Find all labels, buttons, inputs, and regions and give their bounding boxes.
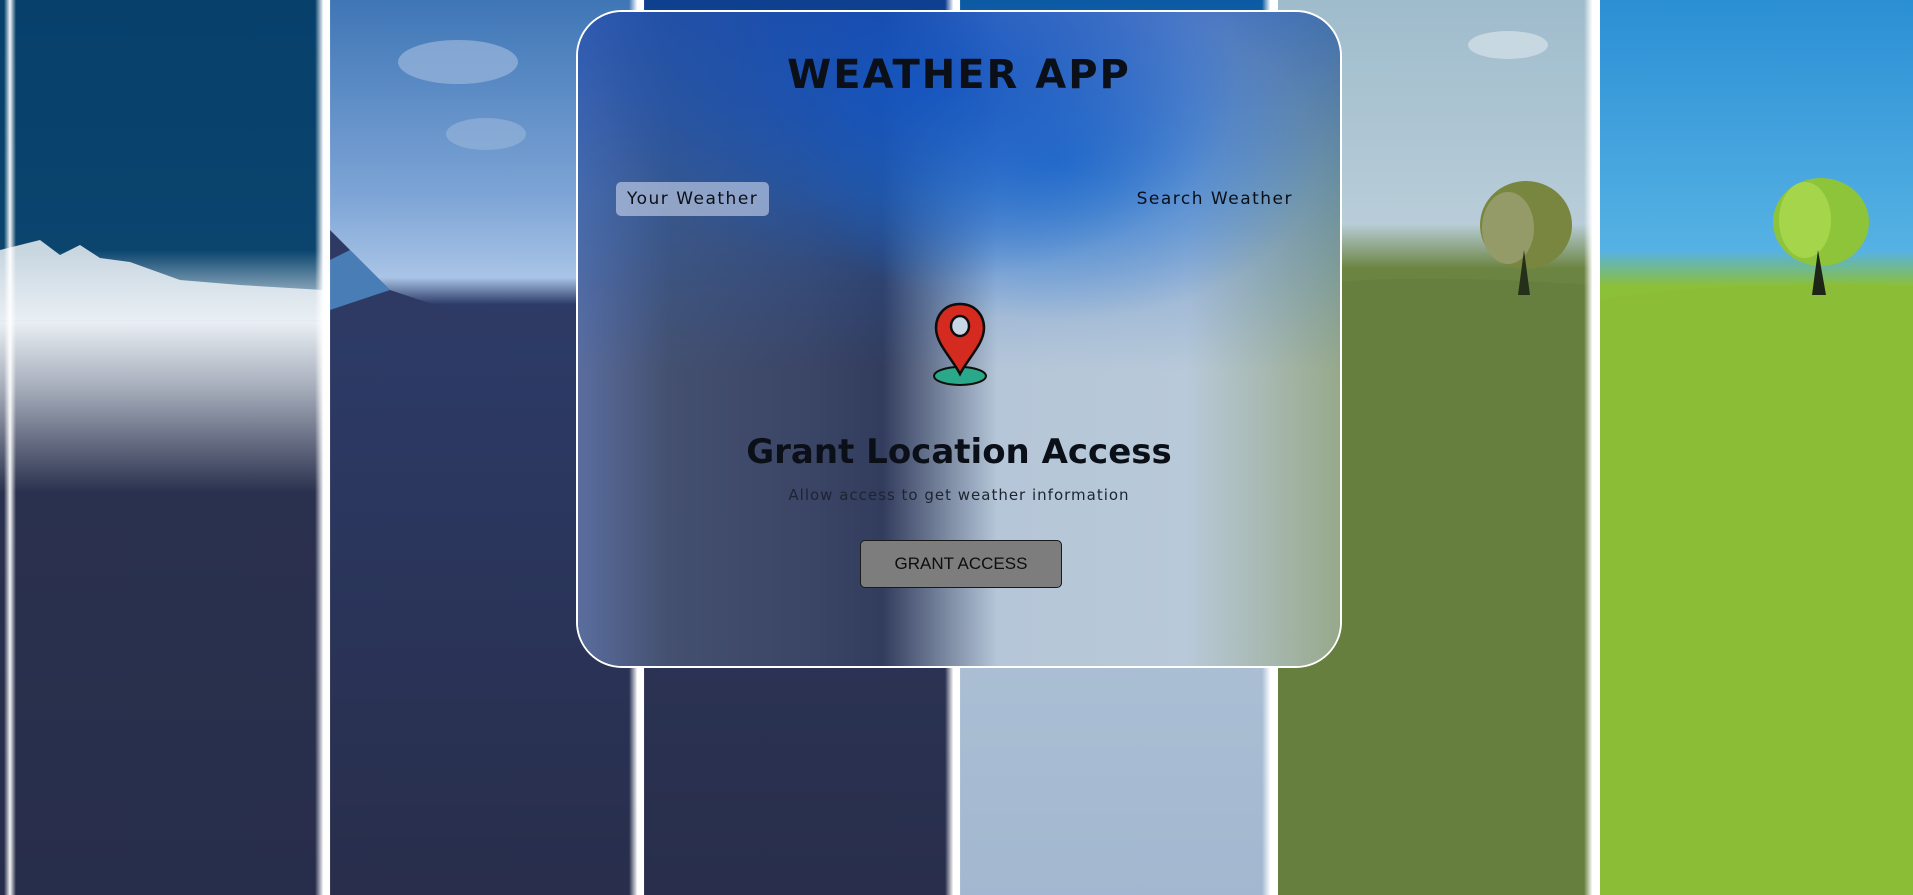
grant-location-description: Allow access to get weather information — [788, 486, 1130, 504]
grant-access-button[interactable]: GRANT ACCESS — [860, 540, 1062, 588]
scene-divider — [315, 0, 331, 895]
background-scene-sunny-tree — [1600, 0, 1913, 895]
app-title: WEATHER APP — [787, 52, 1131, 98]
background-scene-night-snow — [0, 0, 323, 895]
scene-divider — [4, 0, 16, 895]
grant-location-heading: Grant Location Access — [746, 432, 1172, 472]
card-content: WEATHER APP Your Weather Search Weather … — [578, 12, 1340, 666]
tab-search-weather[interactable]: Search Weather — [1126, 182, 1304, 216]
scene-divider — [1584, 0, 1600, 895]
app-root: WEATHER APP Your Weather Search Weather … — [0, 0, 1913, 895]
weather-card: WEATHER APP Your Weather Search Weather … — [576, 10, 1342, 668]
tab-your-weather[interactable]: Your Weather — [616, 182, 770, 216]
location-pin-icon — [930, 302, 990, 392]
